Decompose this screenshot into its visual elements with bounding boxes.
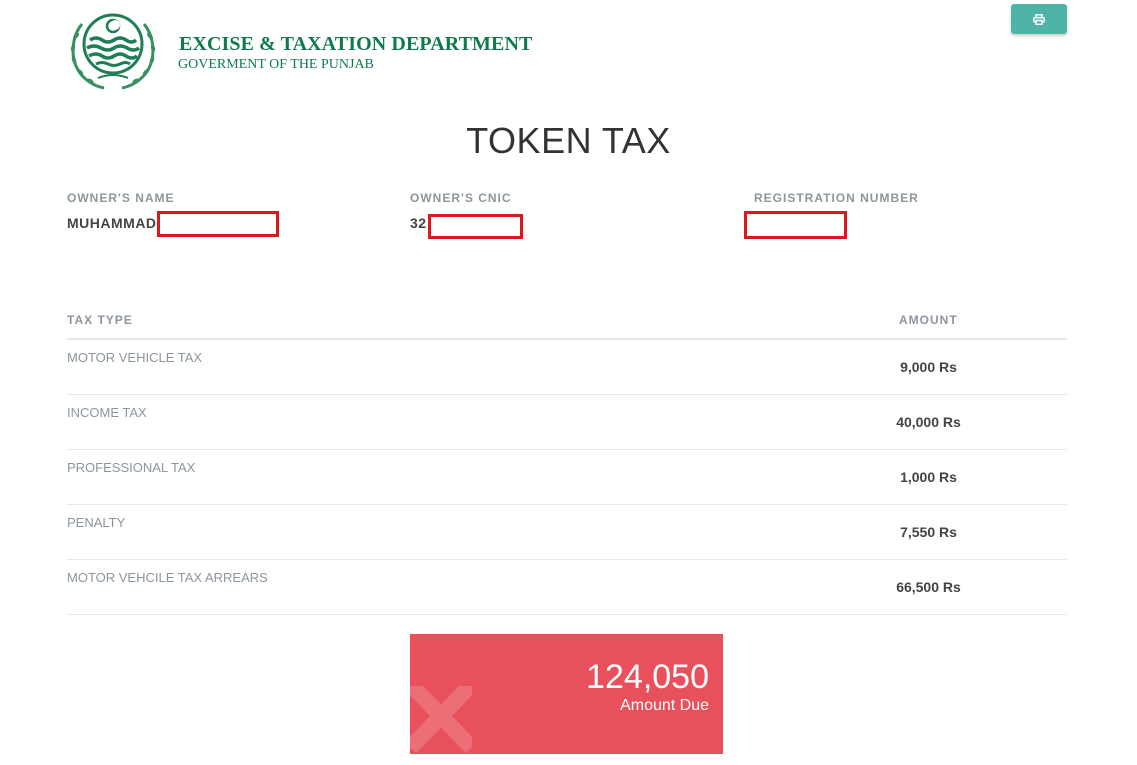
table-row: MOTOR VEHICLE TAX 9,000 Rs [67,340,1067,395]
amount-due-label: Amount Due [620,697,709,714]
amount-cell: 7,550 Rs [900,524,957,540]
redaction-box [744,211,847,239]
redaction-box [157,211,279,237]
amount-due-card: 124,050 Amount Due [410,634,723,754]
amount-due-value: 124,050 [586,658,709,696]
amount-header: AMOUNT [899,313,958,327]
page-title: TOKEN TAX [466,120,671,161]
tax-table: TAX TYPE AMOUNT MOTOR VEHICLE TAX 9,000 … [67,308,1067,615]
table-row: PROFESSIONAL TAX 1,000 Rs [67,450,1067,505]
table-header-row: TAX TYPE AMOUNT [67,308,1067,340]
tax-type-header: TAX TYPE [67,313,133,327]
print-button[interactable] [1011,4,1067,34]
amount-cell: 9,000 Rs [900,359,957,375]
close-x-icon [410,686,472,754]
punjab-seal-icon [70,13,156,90]
department-title: EXCISE & TAXATION DEPARTMENT [179,33,533,55]
owner-name-label: OWNER'S NAME [67,191,175,205]
owner-cnic-label: OWNER'S CNIC [410,191,512,205]
government-subtitle: GOVERMENT OF THE PUNJAB [178,57,374,72]
tax-type-cell: MOTOR VEHICLE TAX [67,350,203,365]
printer-icon [1033,13,1045,25]
tax-type-cell: PENALTY [67,515,126,530]
tax-type-cell: INCOME TAX [67,405,147,420]
amount-cell: 40,000 Rs [896,414,961,430]
token-tax-page: EXCISE & TAXATION DEPARTMENT GOVERMENT O… [0,0,1137,765]
table-row: PENALTY 7,550 Rs [67,505,1067,560]
amount-cell: 66,500 Rs [896,579,961,595]
tax-type-cell: MOTOR VEHCILE TAX ARREARS [67,570,268,585]
tax-type-cell: PROFESSIONAL TAX [67,460,196,475]
redaction-box [428,214,523,239]
amount-cell: 1,000 Rs [900,469,957,485]
registration-label: REGISTRATION NUMBER [754,191,919,205]
table-row: INCOME TAX 40,000 Rs [67,395,1067,450]
table-row: MOTOR VEHCILE TAX ARREARS 66,500 Rs [67,560,1067,615]
